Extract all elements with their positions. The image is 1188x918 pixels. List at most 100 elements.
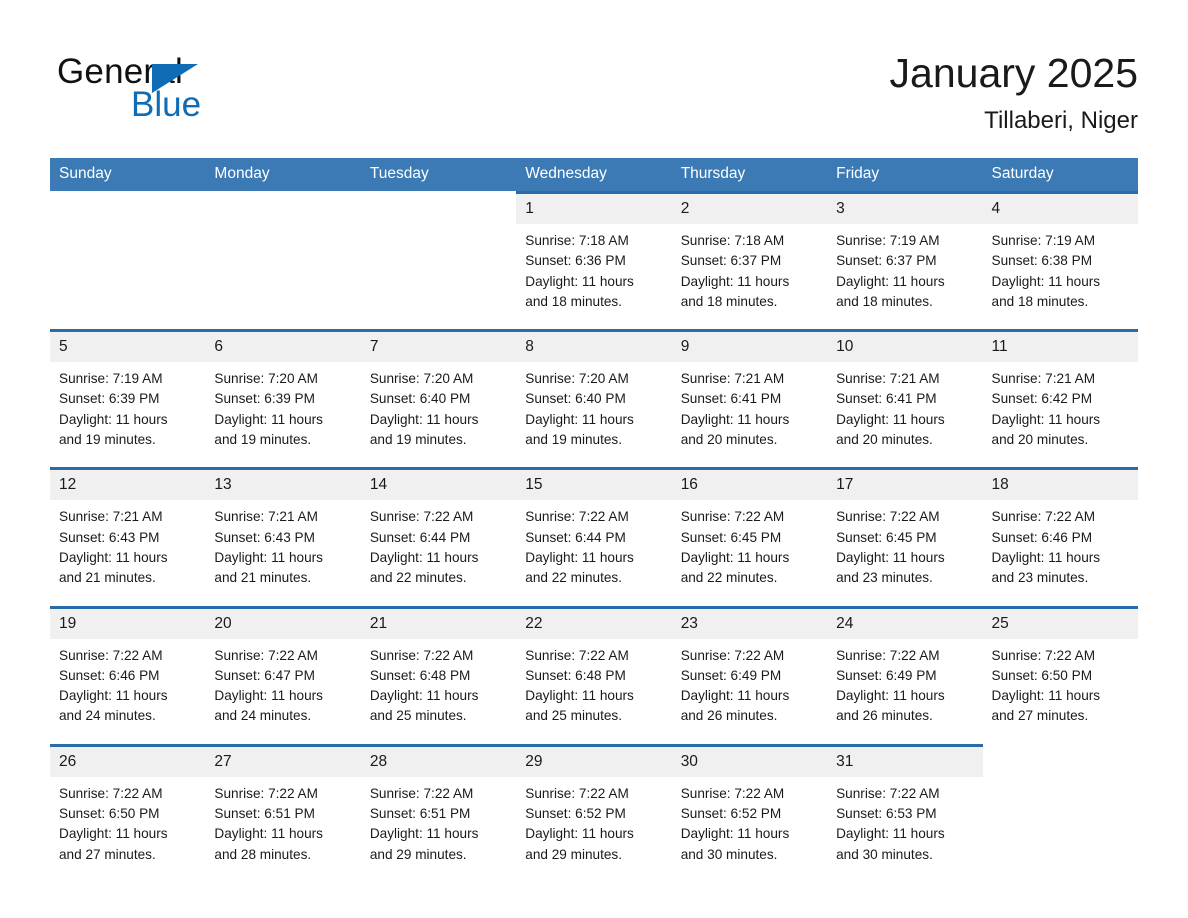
day-info: Sunrise: 7:22 AM Sunset: 6:52 PM Daylight:… xyxy=(672,777,827,865)
daylight-text-line1: Daylight: 11 hours xyxy=(59,688,168,704)
calendar-day-cell[interactable]: 26 Sunrise: 7:22 AM Sunset: 6:50 PM Dayligh… xyxy=(50,743,206,865)
day-cell-inner: 18 Sunrise: 7:22 AM Sunset: 6:46 PM Dayligh… xyxy=(982,467,1138,588)
calendar-day-cell[interactable]: 29 Sunrise: 7:22 AM Sunset: 6:52 PM Dayligh… xyxy=(516,743,672,865)
daylight-text-line2: and 18 minutes. xyxy=(680,293,778,309)
sunrise-text: Sunrise: 7:22 AM xyxy=(680,509,785,525)
daylight-text-line2: and 21 minutes. xyxy=(59,570,156,586)
daylight-text-line2: and 24 minutes. xyxy=(59,708,156,724)
day-info: Sunrise: 7:22 AM Sunset: 6:46 PM Daylight:… xyxy=(983,500,1138,588)
sunset-text: Sunset: 6:41 PM xyxy=(836,391,937,407)
calendar-day-cell[interactable]: 5 Sunrise: 7:19 AM Sunset: 6:39 PM Daylight… xyxy=(50,329,206,450)
sunset-text: Sunset: 6:50 PM xyxy=(991,667,1093,683)
week-row-spacer-cell xyxy=(516,588,672,606)
calendar-day-cell[interactable]: 23 Sunrise: 7:22 AM Sunset: 6:49 PM Dayligh… xyxy=(671,605,828,727)
daylight-text-line1: Daylight: 11 hours xyxy=(680,688,790,704)
day-number: 6 xyxy=(205,332,361,363)
calendar-day-cell[interactable]: 4 Sunrise: 7:19 AM Sunset: 6:38 PM Daylight… xyxy=(982,191,1138,312)
calendar-day-cell[interactable]: 27 Sunrise: 7:22 AM Sunset: 6:51 PM Dayligh… xyxy=(205,743,361,865)
day-number: 28 xyxy=(360,746,517,777)
day-number: 26 xyxy=(50,746,206,777)
brand-name-bottom: Blue xyxy=(131,85,202,124)
calendar-day-cell[interactable]: 2 Sunrise: 7:18 AM Sunset: 6:37 PM Daylight… xyxy=(671,191,828,312)
week-row-spacer-cell xyxy=(205,312,361,330)
calendar-day-cell[interactable]: 10 Sunrise: 7:21 AM Sunset: 6:41 PM Dayligh… xyxy=(827,329,983,450)
calendar-day-cell[interactable]: 31 Sunrise: 7:22 AM Sunset: 6:53 PM Dayligh… xyxy=(827,743,983,865)
sunset-text: Sunset: 6:39 PM xyxy=(59,391,160,407)
calendar-day-cell[interactable]: 12 Sunrise: 7:21 AM Sunset: 6:43 PM Dayligh… xyxy=(50,467,206,588)
calendar-day-cell[interactable]: 18 Sunrise: 7:22 AM Sunset: 6:46 PM Dayligh… xyxy=(982,467,1138,588)
calendar-day-cell[interactable]: 25 Sunrise: 7:22 AM Sunset: 6:50 PM Dayligh… xyxy=(982,605,1138,727)
day-info: Sunrise: 7:22 AM Sunset: 6:51 PM Daylight:… xyxy=(361,777,516,865)
weekday-header-friday: Friday xyxy=(827,158,983,191)
calendar-day-cell-empty xyxy=(361,191,516,312)
week-row-spacer-cell xyxy=(671,450,828,468)
calendar-day-cell[interactable]: 13 Sunrise: 7:21 AM Sunset: 6:43 PM Dayligh… xyxy=(205,467,361,588)
calendar-day-cell[interactable]: 3 Sunrise: 7:19 AM Sunset: 6:37 PM Daylight… xyxy=(827,191,983,312)
daylight-text-line2: and 23 minutes. xyxy=(836,570,933,586)
calendar-day-cell[interactable]: 20 Sunrise: 7:22 AM Sunset: 6:47 PM Dayligh… xyxy=(205,605,361,727)
calendar-day-cell[interactable]: 14 Sunrise: 7:22 AM Sunset: 6:44 PM Dayligh… xyxy=(360,467,517,588)
week-row-spacer-cell xyxy=(827,312,983,330)
calendar-day-cell[interactable]: 7 Sunrise: 7:20 AM Sunset: 6:40 PM Daylight… xyxy=(360,329,517,450)
day-info: Sunrise: 7:22 AM Sunset: 6:45 PM Daylight:… xyxy=(672,500,827,588)
calendar-day-cell[interactable]: 22 Sunrise: 7:22 AM Sunset: 6:48 PM Dayligh… xyxy=(516,605,672,727)
sunset-text: Sunset: 6:48 PM xyxy=(369,667,471,683)
calendar-day-cell[interactable]: 8 Sunrise: 7:20 AM Sunset: 6:40 PM Daylight… xyxy=(516,329,672,450)
calendar-day-cell[interactable]: 6 Sunrise: 7:20 AM Sunset: 6:39 PM Daylight… xyxy=(205,329,361,450)
calendar-day-cell[interactable]: 19 Sunrise: 7:22 AM Sunset: 6:46 PM Dayligh… xyxy=(50,605,206,727)
sunrise-text: Sunrise: 7:20 AM xyxy=(369,371,474,387)
sunrise-text: Sunrise: 7:22 AM xyxy=(836,509,940,525)
calendar-day-cell[interactable]: 17 Sunrise: 7:22 AM Sunset: 6:45 PM Dayligh… xyxy=(827,467,983,588)
daylight-text-line1: Daylight: 11 hours xyxy=(991,688,1101,704)
week-row-spacer-cell xyxy=(205,450,361,468)
sunrise-text: Sunrise: 7:22 AM xyxy=(991,647,1096,663)
daylight-text-line2: and 19 minutes. xyxy=(369,432,467,448)
day-cell-inner: 31 Sunrise: 7:22 AM Sunset: 6:53 PM Dayligh… xyxy=(827,743,983,865)
week-row-spacer-cell xyxy=(671,312,828,330)
daylight-text-line2: and 25 minutes. xyxy=(525,708,622,724)
sunrise-text: Sunrise: 7:18 AM xyxy=(525,233,629,248)
day-info: Sunrise: 7:22 AM Sunset: 6:52 PM Daylight:… xyxy=(516,777,671,865)
calendar-day-cell[interactable]: 15 Sunrise: 7:22 AM Sunset: 6:44 PM Dayligh… xyxy=(516,467,672,588)
daylight-text-line1: Daylight: 11 hours xyxy=(680,549,790,565)
day-number: 2 xyxy=(671,194,828,224)
sunrise-text: Sunrise: 7:22 AM xyxy=(525,647,629,663)
day-cell-inner: 12 Sunrise: 7:21 AM Sunset: 6:43 PM Dayligh… xyxy=(50,467,206,588)
day-cell-inner: 28 Sunrise: 7:22 AM Sunset: 6:51 PM Dayligh… xyxy=(360,743,517,865)
calendar-day-cell-empty xyxy=(983,744,1138,865)
calendar-day-cell[interactable]: 11 Sunrise: 7:21 AM Sunset: 6:42 PM Dayligh… xyxy=(982,329,1138,450)
week-row-spacer xyxy=(50,312,1138,330)
daylight-text-line1: Daylight: 11 hours xyxy=(525,826,634,842)
daylight-text-line2: and 19 minutes. xyxy=(59,432,156,448)
daylight-text-line1: Daylight: 11 hours xyxy=(214,826,323,842)
calendar-day-cell[interactable]: 28 Sunrise: 7:22 AM Sunset: 6:51 PM Dayligh… xyxy=(360,743,517,865)
daylight-text-line1: Daylight: 11 hours xyxy=(214,549,323,565)
week-row-spacer-cell xyxy=(982,588,1138,606)
calendar-day-cell[interactable]: 21 Sunrise: 7:22 AM Sunset: 6:48 PM Dayligh… xyxy=(360,605,517,727)
calendar-day-cell[interactable]: 30 Sunrise: 7:22 AM Sunset: 6:52 PM Dayligh… xyxy=(671,743,828,865)
week-row-spacer-cell xyxy=(516,312,672,330)
calendar-day-cell[interactable]: 9 Sunrise: 7:21 AM Sunset: 6:41 PM Daylight… xyxy=(671,329,828,450)
weekday-header-tuesday: Tuesday xyxy=(360,158,517,191)
calendar-day-cell[interactable]: 1 Sunrise: 7:18 AM Sunset: 6:36 PM Daylight… xyxy=(516,191,672,312)
daylight-text-line2: and 22 minutes. xyxy=(525,570,622,586)
sunrise-text: Sunrise: 7:21 AM xyxy=(59,509,163,525)
daylight-text-line2: and 28 minutes. xyxy=(214,846,312,862)
day-info: Sunrise: 7:22 AM Sunset: 6:44 PM Daylight:… xyxy=(516,500,671,588)
day-info: Sunrise: 7:22 AM Sunset: 6:50 PM Daylight:… xyxy=(983,639,1138,727)
day-number: 25 xyxy=(982,608,1138,639)
daylight-text-line2: and 25 minutes. xyxy=(369,708,467,724)
sunrise-text: Sunrise: 7:22 AM xyxy=(525,509,629,525)
calendar-day-cell[interactable]: 24 Sunrise: 7:22 AM Sunset: 6:49 PM Dayligh… xyxy=(827,605,983,727)
sunset-text: Sunset: 6:43 PM xyxy=(214,529,315,545)
week-row-spacer-cell xyxy=(827,450,983,468)
day-cell-inner xyxy=(983,744,1138,865)
day-number: 14 xyxy=(360,470,517,501)
day-cell-inner: 13 Sunrise: 7:21 AM Sunset: 6:43 PM Dayligh… xyxy=(205,467,361,588)
day-cell-inner: 29 Sunrise: 7:22 AM Sunset: 6:52 PM Dayligh… xyxy=(516,743,672,865)
sunset-text: Sunset: 6:40 PM xyxy=(369,391,471,407)
calendar-day-cell[interactable]: 16 Sunrise: 7:22 AM Sunset: 6:45 PM Dayligh… xyxy=(671,467,828,588)
day-number: 12 xyxy=(50,470,206,501)
week-row-spacer xyxy=(50,450,1138,468)
sunset-text: Sunset: 6:52 PM xyxy=(680,806,782,822)
